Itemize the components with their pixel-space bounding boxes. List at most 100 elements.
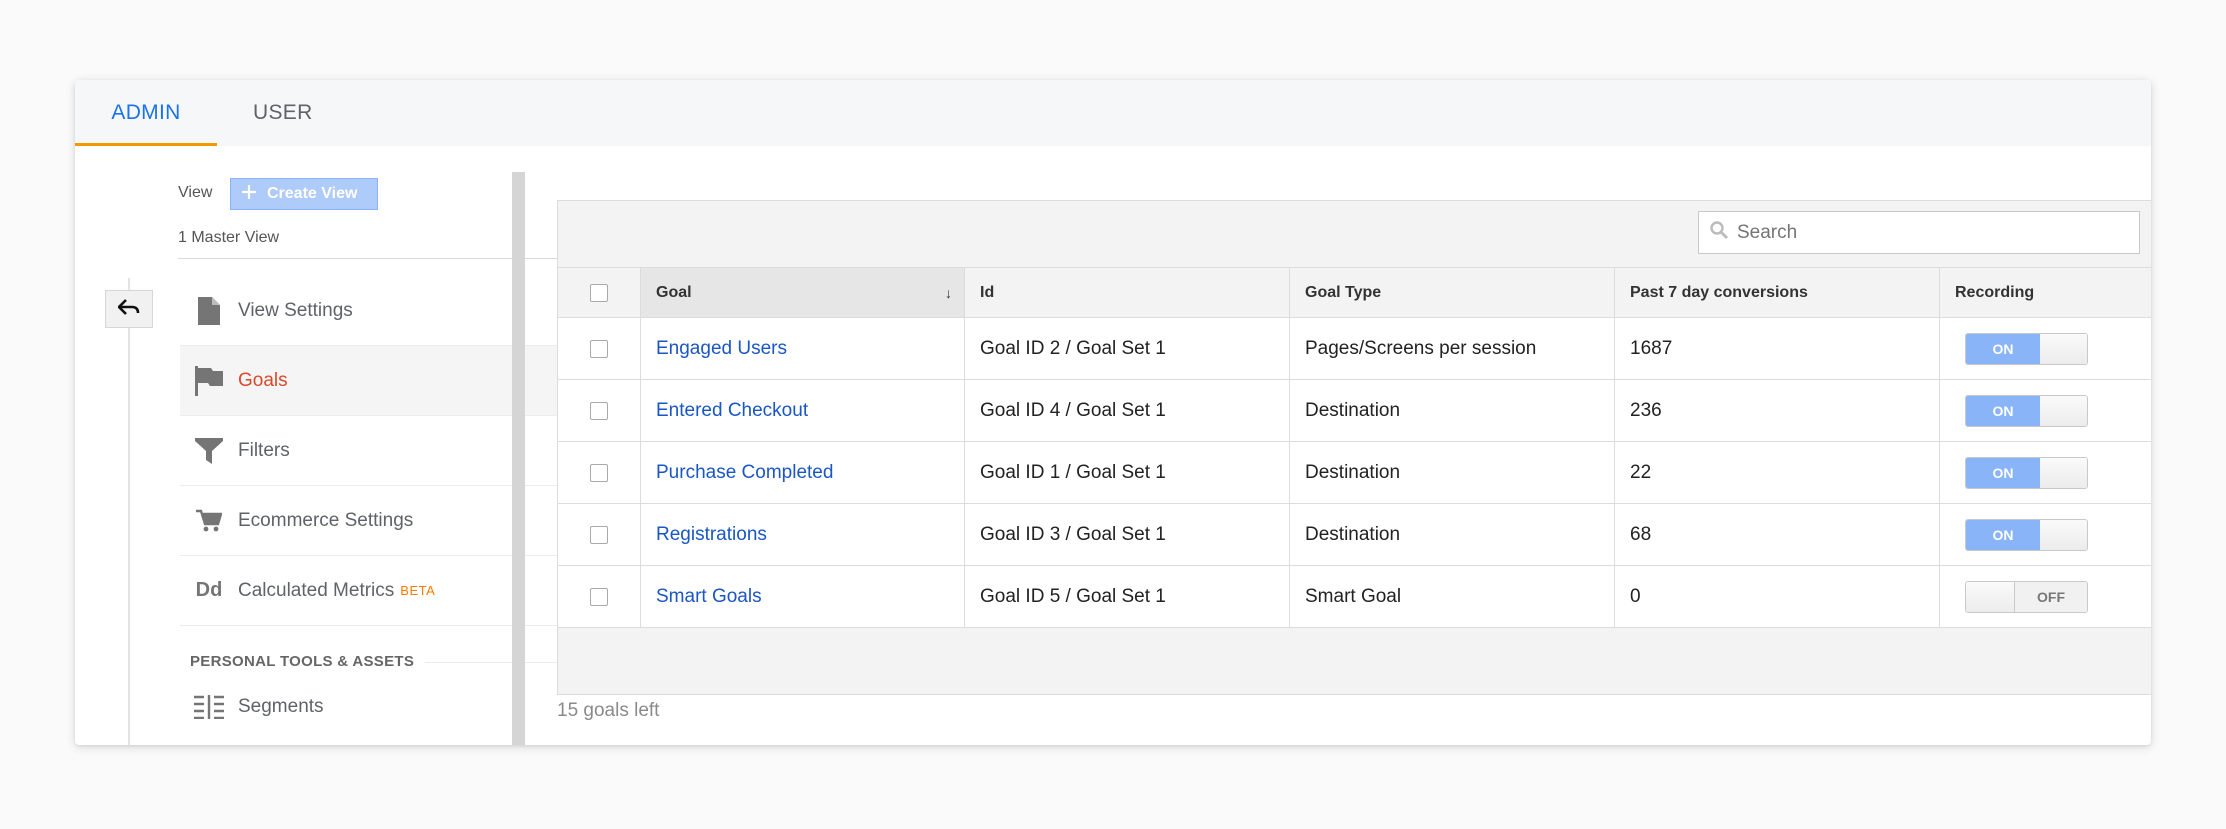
divider [425, 662, 578, 663]
recording-cell: ON [1939, 504, 2151, 565]
conversions-cell: 236 [1614, 380, 1939, 441]
select-all-checkbox[interactable] [590, 283, 608, 302]
goals-table: Goal ↓ Id Goal Type Past 7 day conversio… [557, 200, 2151, 695]
table-row: Engaged Users Goal ID 2 / Goal Set 1 Pag… [558, 317, 2151, 379]
view-label: View [178, 184, 213, 201]
search-box[interactable] [1698, 211, 2140, 254]
column-header-goal-type[interactable]: Goal Type [1289, 268, 1614, 317]
tab-bar: ADMIN USER [75, 80, 2151, 146]
nav-item-label: Filters [238, 439, 290, 461]
back-arrow-icon [117, 298, 140, 320]
recording-toggle[interactable]: ON [1965, 518, 2088, 551]
column-header-recording[interactable]: Recording [1939, 268, 2151, 317]
recording-toggle[interactable]: ON [1965, 456, 2088, 489]
toggle-state-label: OFF [2015, 581, 2087, 612]
create-view-label: Create View [267, 185, 358, 202]
recording-cell: OFF [1939, 566, 2151, 627]
header-checkbox-cell [558, 268, 640, 317]
goal-link[interactable]: Purchase Completed [656, 462, 833, 484]
recording-toggle[interactable]: OFF [1965, 580, 2088, 613]
section-label: PERSONAL TOOLS & ASSETS [190, 653, 415, 670]
checkbox-cell [558, 504, 640, 565]
column-divider [128, 278, 130, 745]
goal-type-cell: Smart Goal [1289, 566, 1614, 627]
nav-item-label: Goals [238, 369, 288, 391]
toggle-state-label: ON [1966, 457, 2040, 488]
back-button[interactable] [105, 290, 153, 328]
column-header-label: Goal [656, 283, 692, 301]
conversions-cell: 68 [1614, 504, 1939, 565]
admin-panel: ADMIN USER View Create View 1 Master Vie… [75, 80, 2151, 745]
goal-cell: Entered Checkout [640, 380, 964, 441]
filter-icon [180, 437, 238, 464]
row-checkbox[interactable] [590, 401, 608, 420]
row-checkbox[interactable] [590, 339, 608, 358]
goal-cell: Registrations [640, 504, 964, 565]
column-header-goal[interactable]: Goal ↓ [640, 268, 964, 317]
goal-cell: Purchase Completed [640, 442, 964, 503]
table-header: Goal ↓ Id Goal Type Past 7 day conversio… [558, 267, 2151, 317]
checkbox-cell [558, 566, 640, 627]
create-view-button[interactable]: Create View [230, 178, 378, 210]
table-row: Registrations Goal ID 3 / Goal Set 1 Des… [558, 503, 2151, 565]
master-view-select[interactable]: 1 Master View [178, 229, 279, 247]
goal-type-cell: Pages/Screens per session [1289, 318, 1614, 379]
goal-link[interactable]: Registrations [656, 524, 767, 546]
conversions-cell: 1687 [1614, 318, 1939, 379]
plus-icon [241, 184, 257, 205]
conversions-cell: 0 [1614, 566, 1939, 627]
id-cell: Goal ID 2 / Goal Set 1 [964, 318, 1289, 379]
toggle-knob [2040, 519, 2087, 550]
tab-user[interactable]: USER [253, 80, 333, 146]
segments-icon [180, 695, 238, 719]
checkbox-cell [558, 442, 640, 503]
recording-toggle[interactable]: ON [1965, 332, 2088, 365]
recording-cell: ON [1939, 380, 2151, 441]
toggle-state-label: ON [1966, 519, 2040, 550]
recording-cell: ON [1939, 442, 2151, 503]
row-checkbox[interactable] [590, 525, 608, 544]
toggle-knob [2040, 457, 2087, 488]
id-cell: Goal ID 1 / Goal Set 1 [964, 442, 1289, 503]
nav-item-label: Calculated Metrics [238, 579, 395, 601]
conversions-cell: 22 [1614, 442, 1939, 503]
goal-link[interactable]: Entered Checkout [656, 400, 808, 422]
table-row: Smart Goals Goal ID 5 / Goal Set 1 Smart… [558, 565, 2151, 627]
column-header-id[interactable]: Id [964, 268, 1289, 317]
nav-item-label: View Settings [238, 299, 353, 321]
id-cell: Goal ID 3 / Goal Set 1 [964, 504, 1289, 565]
toggle-knob [2040, 395, 2087, 426]
recording-cell: ON [1939, 318, 2151, 379]
goal-link[interactable]: Smart Goals [656, 586, 762, 608]
checkbox-cell [558, 318, 640, 379]
table-row: Purchase Completed Goal ID 1 / Goal Set … [558, 441, 2151, 503]
row-checkbox[interactable] [590, 463, 608, 482]
recording-toggle[interactable]: ON [1965, 394, 2088, 427]
toggle-state-label: ON [1966, 333, 2040, 364]
document-icon [180, 296, 238, 325]
nav-item-label: Ecommerce Settings [238, 509, 414, 531]
goal-cell: Smart Goals [640, 566, 964, 627]
toggle-state-label: ON [1966, 395, 2040, 426]
table-row: Entered Checkout Goal ID 4 / Goal Set 1 … [558, 379, 2151, 441]
goal-type-cell: Destination [1289, 442, 1614, 503]
id-cell: Goal ID 5 / Goal Set 1 [964, 566, 1289, 627]
flag-icon [180, 365, 238, 396]
toggle-knob [2040, 333, 2087, 364]
row-checkbox[interactable] [590, 587, 608, 606]
tab-admin[interactable]: ADMIN [75, 80, 217, 146]
divider [558, 627, 2151, 628]
goal-link[interactable]: Engaged Users [656, 338, 787, 360]
beta-badge: BETA [400, 583, 436, 598]
scrollbar[interactable] [512, 172, 525, 745]
sort-arrow-icon: ↓ [945, 284, 952, 301]
toggle-knob [1966, 581, 2015, 612]
search-input[interactable] [1737, 221, 2117, 244]
goal-type-cell: Destination [1289, 504, 1614, 565]
id-cell: Goal ID 4 / Goal Set 1 [964, 380, 1289, 441]
goal-cell: Engaged Users [640, 318, 964, 379]
column-header-conversions[interactable]: Past 7 day conversions [1614, 268, 1939, 317]
dd-icon: Dd [195, 579, 223, 601]
checkbox-cell [558, 380, 640, 441]
nav-item-label: Segments [238, 696, 324, 717]
